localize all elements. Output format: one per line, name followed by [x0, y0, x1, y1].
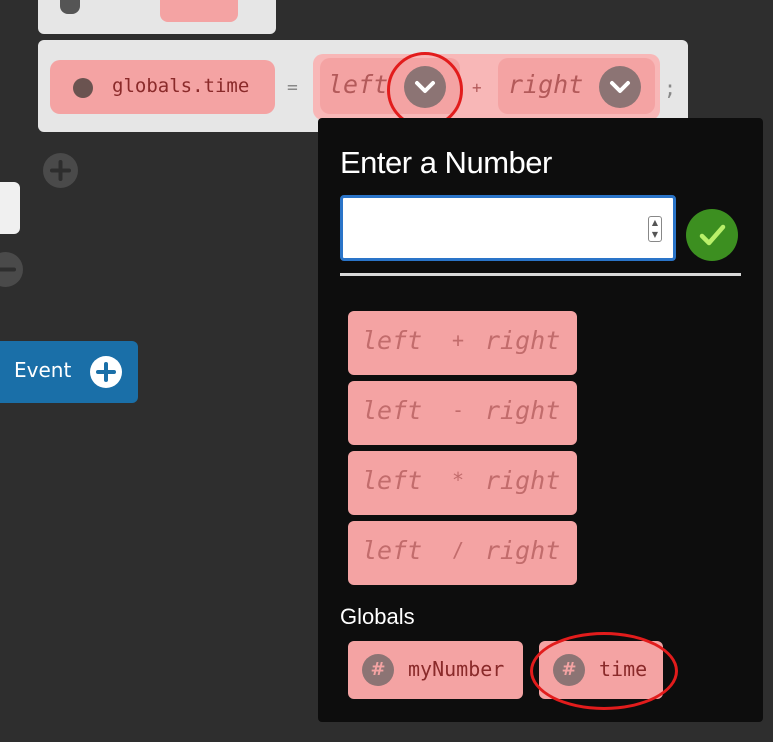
- option-operator: /: [452, 538, 465, 562]
- check-icon: [699, 224, 726, 246]
- option-left: left: [362, 536, 423, 565]
- option-operator: -: [452, 398, 465, 422]
- event-label: Event: [14, 358, 72, 382]
- global-mynumber[interactable]: # myNumber: [348, 641, 523, 699]
- operator-label: +: [472, 78, 482, 97]
- statement-terminator: ;: [664, 76, 677, 100]
- value-chip-partial[interactable]: [160, 0, 238, 22]
- plus-icon: [50, 160, 71, 181]
- option-operator: +: [452, 328, 465, 352]
- highlight-circle: [387, 52, 463, 128]
- option-add[interactable]: left + right: [348, 311, 577, 375]
- hash-icon: #: [362, 654, 394, 686]
- variable-dot: [73, 78, 93, 98]
- option-right: right: [485, 536, 561, 565]
- variable-name: globals.time: [112, 75, 250, 97]
- number-spinner[interactable]: ▲ ▼: [648, 216, 662, 242]
- option-multiply[interactable]: left * right: [348, 451, 577, 515]
- equals-sign: =: [287, 77, 298, 98]
- option-operator: *: [452, 468, 465, 492]
- confirm-button[interactable]: [686, 209, 738, 261]
- option-left: left: [362, 326, 423, 355]
- minus-icon: [0, 267, 16, 272]
- side-tab[interactable]: [0, 182, 20, 234]
- global-name: myNumber: [408, 657, 505, 681]
- option-right: right: [485, 326, 561, 355]
- remove-button[interactable]: [0, 252, 23, 287]
- popup-divider: [340, 273, 741, 276]
- option-left: left: [362, 396, 423, 425]
- left-operand-label: left: [328, 70, 389, 99]
- highlight-circle: [530, 632, 678, 710]
- option-divide[interactable]: left / right: [348, 521, 577, 585]
- plus-icon: [96, 362, 116, 382]
- add-statement-button[interactable]: [43, 153, 78, 188]
- right-operand-label: right: [508, 70, 584, 99]
- option-subtract[interactable]: left - right: [348, 381, 577, 445]
- add-event-icon[interactable]: [90, 356, 122, 388]
- chevron-down-icon: [610, 81, 630, 93]
- variable-dot: [60, 0, 80, 14]
- option-right: right: [485, 396, 561, 425]
- option-left: left: [362, 466, 423, 495]
- globals-heading: Globals: [340, 604, 415, 629]
- number-input[interactable]: [340, 195, 676, 261]
- popup-title: Enter a Number: [340, 145, 552, 180]
- right-dropdown-button[interactable]: [599, 66, 641, 108]
- option-right: right: [485, 466, 561, 495]
